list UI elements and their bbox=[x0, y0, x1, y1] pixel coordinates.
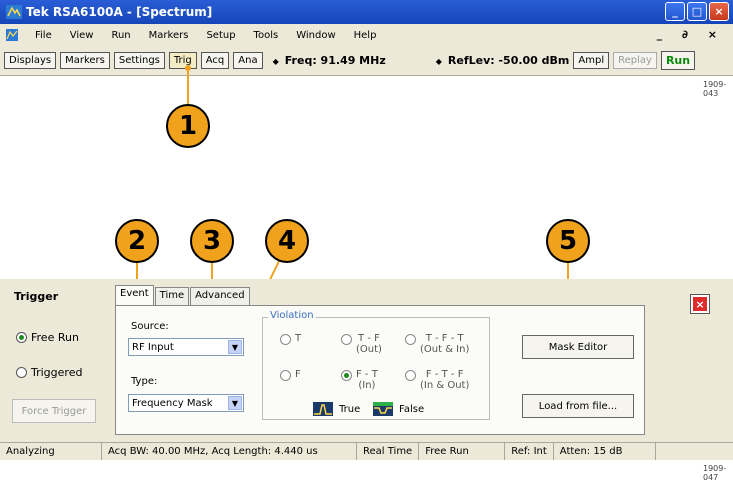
violation-ft-sub: (In) bbox=[358, 380, 376, 391]
violation-ftf-label: F - T - F bbox=[425, 369, 464, 380]
figure-id-bottom: 1909-047 bbox=[703, 464, 727, 482]
source-select[interactable]: RF Input ▼ bbox=[128, 338, 244, 356]
tab-event[interactable]: Event bbox=[115, 285, 154, 305]
status-bar: Analyzing Acq BW: 40.00 MHz, Acq Length:… bbox=[0, 442, 733, 460]
status-acq: Acq BW: 40.00 MHz, Acq Length: 4.440 us bbox=[102, 443, 357, 460]
status-analyzing: Analyzing bbox=[0, 443, 102, 460]
false-legend: False bbox=[373, 402, 424, 416]
status-realtime: Real Time bbox=[357, 443, 420, 460]
radio-icon bbox=[341, 334, 352, 345]
violation-ft-label: F - T bbox=[356, 369, 378, 380]
violation-ftf-option[interactable]: F - T - F (In & Out) bbox=[405, 369, 469, 391]
violation-title: Violation bbox=[268, 310, 316, 321]
violation-tf-label: T - F bbox=[358, 333, 380, 344]
radio-icon bbox=[280, 334, 291, 345]
violation-t-label: T bbox=[295, 333, 302, 344]
tab-time[interactable]: Time bbox=[154, 287, 190, 305]
type-label: Type: bbox=[131, 376, 158, 387]
callout-3: 3 bbox=[190, 219, 234, 263]
close-icon: × bbox=[693, 297, 707, 311]
status-ref: Ref: Int bbox=[505, 443, 554, 460]
status-freerun: Free Run bbox=[419, 443, 506, 460]
trigger-title: Trigger bbox=[14, 290, 59, 303]
radio-selected-icon bbox=[16, 332, 27, 343]
callout-1: 1 bbox=[166, 104, 210, 148]
type-select[interactable]: Frequency Mask ▼ bbox=[128, 394, 244, 412]
radio-selected-icon bbox=[341, 370, 352, 381]
callout-2: 2 bbox=[115, 219, 159, 263]
triggered-label: Triggered bbox=[31, 366, 83, 379]
source-label: Source: bbox=[131, 321, 169, 332]
load-from-file-button[interactable]: Load from file... bbox=[522, 394, 634, 418]
violation-ft-option[interactable]: F - T (In) bbox=[341, 369, 378, 391]
triggered-option[interactable]: Triggered bbox=[16, 366, 82, 379]
callout-4: 4 bbox=[265, 219, 309, 263]
violation-tft-option[interactable]: T - F - T (Out & In) bbox=[405, 333, 469, 355]
type-value: Frequency Mask bbox=[132, 397, 213, 409]
true-legend: True bbox=[313, 402, 360, 416]
true-label: True bbox=[339, 403, 361, 415]
false-waveform-icon bbox=[373, 402, 393, 416]
status-atten: Atten: 15 dB bbox=[554, 443, 656, 460]
free-run-option[interactable]: Free Run bbox=[16, 331, 79, 344]
chevron-down-icon[interactable]: ▼ bbox=[228, 340, 242, 354]
violation-f-option[interactable]: F bbox=[280, 369, 301, 381]
close-panel-button[interactable]: × bbox=[690, 294, 710, 314]
violation-tft-label: T - F - T bbox=[425, 333, 464, 344]
violation-tf-option[interactable]: T - F (Out) bbox=[341, 333, 382, 355]
chevron-down-icon[interactable]: ▼ bbox=[228, 396, 242, 410]
callout-5: 5 bbox=[546, 219, 590, 263]
violation-tf-sub: (Out) bbox=[356, 344, 382, 355]
radio-icon bbox=[405, 334, 416, 345]
violation-t-option[interactable]: T bbox=[280, 333, 301, 345]
violation-f-label: F bbox=[295, 369, 301, 380]
mask-editor-button[interactable]: Mask Editor bbox=[522, 335, 634, 359]
violation-ftf-sub: (In & Out) bbox=[420, 380, 470, 391]
true-waveform-icon bbox=[313, 402, 333, 416]
tab-advanced[interactable]: Advanced bbox=[190, 287, 250, 305]
radio-icon bbox=[16, 367, 27, 378]
force-trigger-button[interactable]: Force Trigger bbox=[12, 399, 96, 423]
radio-icon bbox=[405, 370, 416, 381]
false-label: False bbox=[399, 403, 425, 415]
violation-tft-sub: (Out & In) bbox=[420, 344, 470, 355]
trigger-tabs: Event Time Advanced bbox=[115, 285, 251, 305]
source-value: RF Input bbox=[132, 341, 174, 353]
free-run-label: Free Run bbox=[31, 331, 79, 344]
radio-icon bbox=[280, 370, 291, 381]
